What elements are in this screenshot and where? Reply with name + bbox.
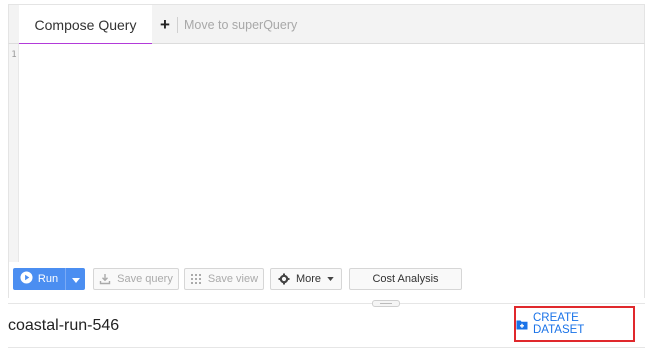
move-to-superquery-label: Move to superQuery [184,18,298,32]
caret-down-icon [71,270,80,288]
cost-analysis-button[interactable]: Cost Analysis [349,268,462,290]
project-name: coastal-run-546 [8,317,120,334]
cost-analysis-label: Cost Analysis [372,273,439,285]
play-circle-icon [20,271,33,287]
plus-icon: + [160,15,170,34]
save-view-label: Save view [207,273,259,285]
line-number: 1 [11,50,17,60]
line-gutter: 1 [9,44,19,262]
more-label: More [295,273,322,285]
save-query-button[interactable]: Save query [93,268,179,290]
save-view-button[interactable]: Save view [184,268,264,290]
run-button[interactable]: Run [13,268,65,290]
panel-divider [8,303,645,304]
run-button-group: Run [13,268,85,290]
caret-down-icon [327,277,334,281]
tab-compose-query-label: Compose Query [34,17,137,33]
add-tab-button[interactable]: + [155,11,175,39]
run-label: Run [37,273,59,285]
download-icon [99,273,111,285]
bottom-divider [8,347,645,348]
more-menu-button[interactable]: More [270,268,342,290]
query-editor-panel: Compose Query + Move to superQuery 1 Run [8,4,645,349]
resize-handle[interactable] [372,300,400,307]
tab-separator [177,17,178,33]
folder-plus-icon [516,319,528,330]
query-editor[interactable]: 1 [8,44,645,262]
create-dataset-button[interactable]: CREATE DATASET [514,306,635,342]
create-dataset-label: CREATE DATASET [533,312,585,336]
tab-compose-query[interactable]: Compose Query [19,5,152,46]
gear-icon [278,273,290,285]
query-toolbar: Run Save query Save view More Cost Analy… [8,262,645,298]
save-query-label: Save query [117,273,173,285]
grid-view-icon [190,273,202,285]
tab-bar: Compose Query + Move to superQuery [8,4,645,46]
move-to-superquery-link[interactable]: Move to superQuery [184,5,297,45]
run-dropdown-button[interactable] [65,268,85,290]
